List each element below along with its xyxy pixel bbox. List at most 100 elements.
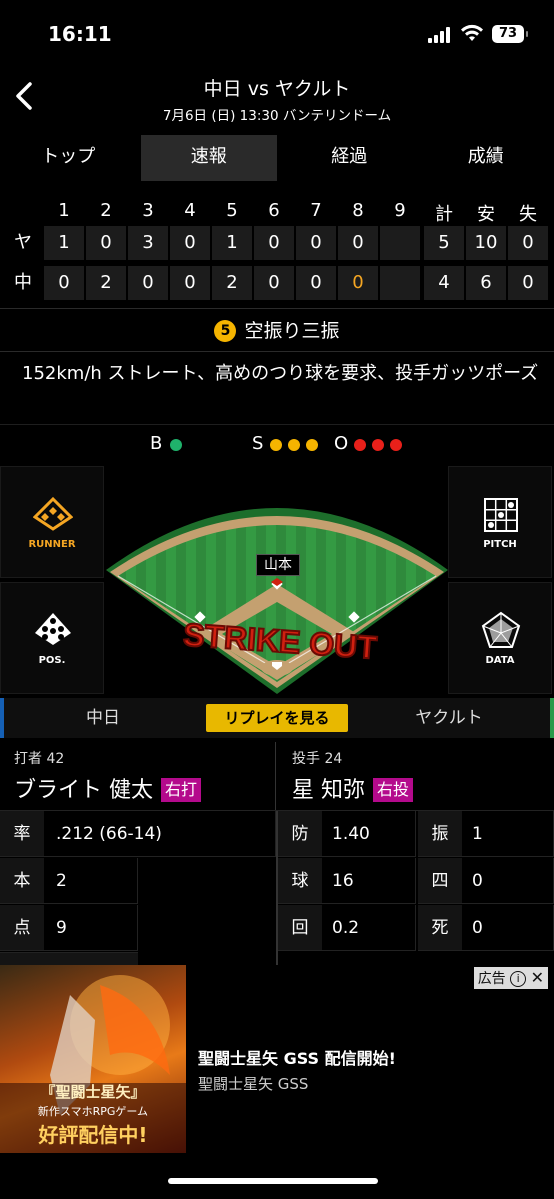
scoreboard-cell: 2 <box>212 266 252 300</box>
tab-top[interactable]: トップ <box>0 134 137 182</box>
scoreboard-cell: 5 <box>424 226 464 260</box>
batter-name-row: ブライト 健太 右打 <box>14 772 202 804</box>
scoreboard-header-cell: 6 <box>268 200 280 221</box>
away-team-color <box>550 698 554 738</box>
scoreboard-cell: 0 <box>254 226 294 260</box>
scoreboard-cell: 0 <box>128 266 168 300</box>
scoreboard-cell <box>380 226 420 260</box>
position-icon <box>35 613 71 645</box>
ad-caption-3: 好評配信中! <box>38 1123 148 1147</box>
pitcher-stat-value: 0.2 <box>322 905 416 951</box>
tab-live[interactable]: 速報 <box>140 135 277 181</box>
scoreboard-cell: 1 <box>44 226 84 260</box>
pitch-grid-icon <box>484 498 518 532</box>
play-comment: 152km/h ストレート、高めのつり球を要求、投手ガッツポーズ <box>22 363 539 384</box>
scoreboard-cell: 2 <box>86 266 126 300</box>
scoreboard-cell: 0 <box>508 266 548 300</box>
ball-dot <box>170 439 182 451</box>
batter-stat-key: 本 <box>0 858 44 904</box>
scoreboard-team-label: ヤ <box>14 232 32 253</box>
ball-count: B S O <box>0 424 554 466</box>
field-area: RUNNER POS. PITCH DATA 山本 STRIKE OUT <box>0 466 554 696</box>
data-button[interactable]: DATA <box>448 582 552 694</box>
ad-image[interactable]: 『聖闘士星矢』 新作スマホRPGゲーム 好評配信中! <box>0 965 186 1153</box>
batter-stat-value: 2 <box>44 858 138 904</box>
batter-stat-key: 率 <box>0 811 44 857</box>
pitcher-stat-key: 四 <box>418 858 462 904</box>
tab-bar: トップ 速報 経過 成績 <box>0 134 554 182</box>
replay-button[interactable]: リプレイを見る <box>206 704 348 732</box>
match-subtitle: 7月6日 (日) 13:30 バンテリンドーム <box>162 108 392 124</box>
strike-dot <box>270 439 282 451</box>
scoreboard-cell: 0 <box>296 226 336 260</box>
pitcher-info: 投手 24 星 知弥 右投 <box>278 742 554 810</box>
scoreboard-cell: 0 <box>44 266 84 300</box>
status-time: 16:11 <box>48 22 112 46</box>
pitch-button[interactable]: PITCH <box>448 466 552 578</box>
play-result: 5 空振り三振 <box>0 308 554 352</box>
batter-hand-badge: 右打 <box>161 778 202 802</box>
scoreboard-cell: 0 <box>508 226 548 260</box>
signal-icon <box>428 27 454 43</box>
wifi-icon <box>461 24 483 41</box>
position-label: POS. <box>38 655 66 666</box>
scoreboard-cell: 0 <box>86 226 126 260</box>
scoreboard-cell: 0 <box>170 226 210 260</box>
pitcher-name-row: 星 知弥 右投 <box>292 772 414 804</box>
scoreboard-header-cell: 4 <box>184 200 196 221</box>
ad-title[interactable]: 聖闘士星矢 GSS 配信開始! <box>198 1045 396 1069</box>
batter-stat-value: .212 (66-14) <box>44 811 276 857</box>
scoreboard-cell: 1 <box>212 226 252 260</box>
home-indicator[interactable] <box>168 1178 378 1184</box>
balls-label: B <box>150 433 163 454</box>
batter-stat-key: 点 <box>0 905 44 951</box>
scoreboard-header-cell: 2 <box>100 200 112 221</box>
stats-divider <box>276 811 278 965</box>
position-button[interactable]: POS. <box>0 582 104 694</box>
ad-caption-2: 新作スマホRPGゲーム <box>37 1105 149 1118</box>
scoreboard-header-cell: 失 <box>519 204 537 225</box>
tab-stats[interactable]: 成績 <box>418 134 554 182</box>
pitcher-stat-key: 回 <box>278 905 322 951</box>
stat-row-partial <box>0 952 138 965</box>
batter-name: ブライト 健太 <box>14 778 153 803</box>
scoreboard-header-cell: 計 <box>435 204 453 225</box>
batter-number: 打者 42 <box>14 751 65 767</box>
scoreboard-header-cell: 3 <box>142 200 154 221</box>
pitcher-stat-value: 0 <box>462 905 554 951</box>
scoreboard-header-cell: 1 <box>58 200 70 221</box>
strike-dot <box>288 439 300 451</box>
scoreboard-cell: 6 <box>466 266 506 300</box>
ad-banner[interactable]: 『聖闘士星矢』 新作スマホRPGゲーム 好評配信中! 広告 i ✕ 聖闘士星矢 … <box>0 965 554 1153</box>
data-label: DATA <box>485 655 515 666</box>
away-team-label: ヤクルト <box>415 708 483 728</box>
pitcher-stat-value: 1 <box>462 811 554 857</box>
batter-stat-value: 9 <box>44 905 138 951</box>
scoreboard-cell: 0 <box>170 266 210 300</box>
strike-dot <box>306 439 318 451</box>
scoreboard-header-cell: 8 <box>352 200 364 221</box>
radar-chart-icon <box>481 611 521 648</box>
runner-button[interactable]: RUNNER <box>0 466 104 578</box>
scoreboard-cell: 0 <box>296 266 336 300</box>
scoreboard-header-cell: 9 <box>394 200 406 221</box>
stats-grid: 率 .212 (66-14) 本 2 点 9 防 1.40 振 1 球 16 四… <box>0 810 554 965</box>
pitcher-stat-key: 振 <box>418 811 462 857</box>
scoreboard-header-cell: 5 <box>226 200 238 221</box>
pitch-label: PITCH <box>483 539 517 550</box>
strike-out-text: STRIKE OUT <box>182 616 378 665</box>
ad-badge[interactable]: 広告 i ✕ <box>473 967 548 989</box>
pitcher-stat-key: 防 <box>278 811 322 857</box>
pitcher-stat-value: 0 <box>462 858 554 904</box>
screen: { "status": { "time": "16:11", "battery"… <box>0 0 554 1199</box>
ad-badge-label: 広告 <box>477 971 506 987</box>
out-dot <box>372 439 384 451</box>
scoreboard-cell: 10 <box>466 226 506 260</box>
ad-close-icon[interactable]: ✕ <box>531 968 544 987</box>
runner-diamond-icon <box>33 497 73 531</box>
scoreboard-cell <box>380 266 420 300</box>
pitcher-hand-badge: 右投 <box>373 778 414 802</box>
ad-info-icon[interactable]: i <box>510 971 527 987</box>
tab-progress[interactable]: 経過 <box>281 134 418 182</box>
outs-label: O <box>334 433 349 454</box>
